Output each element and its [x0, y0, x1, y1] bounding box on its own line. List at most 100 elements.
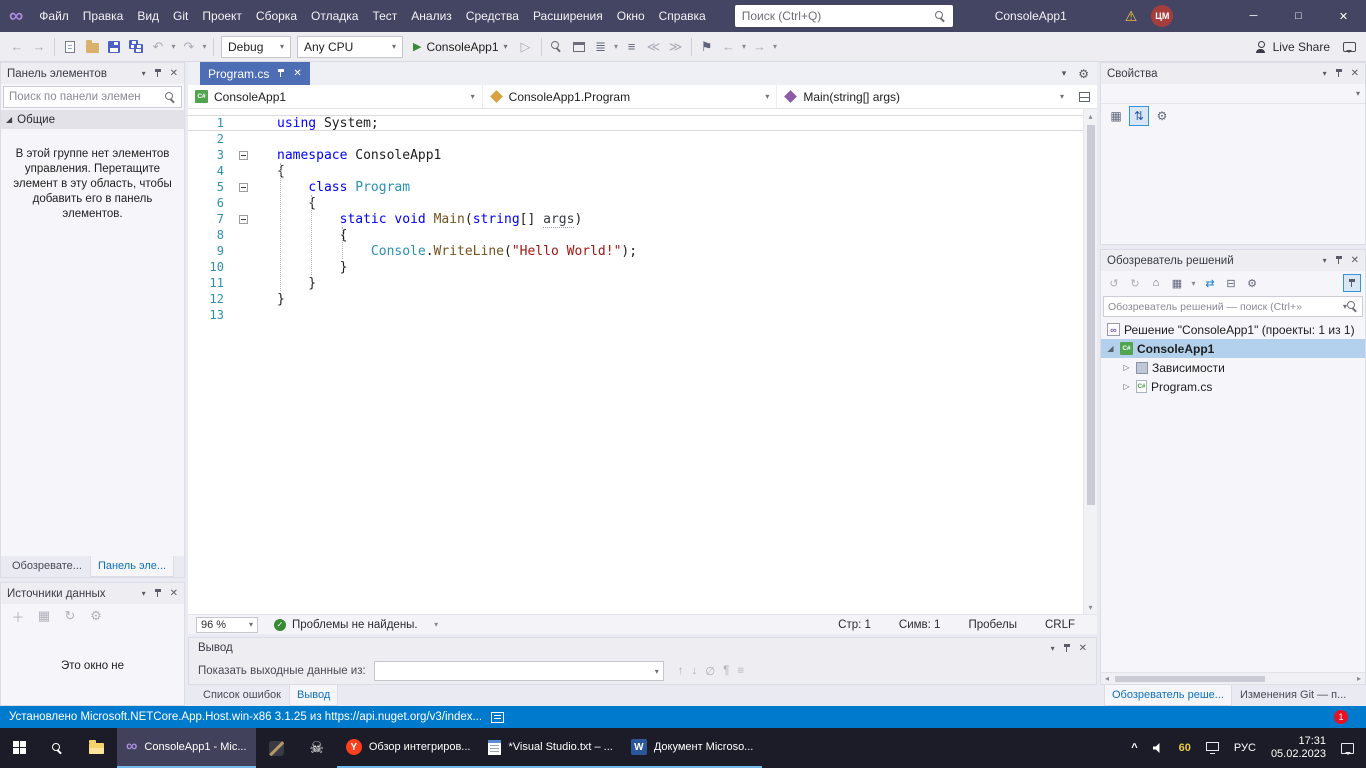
menu-debug[interactable]: Отладка — [304, 0, 365, 32]
menu-tools[interactable]: Средства — [459, 0, 526, 32]
window-position-icon[interactable]: ▾ — [142, 69, 146, 78]
window-position-icon[interactable]: ▾ — [1051, 644, 1055, 653]
data-sources-header[interactable]: Источники данных ▾ ✕ — [1, 583, 184, 604]
scroll-up-icon[interactable]: ▴ — [1088, 109, 1092, 123]
status-spaces[interactable]: Пробелы — [968, 619, 1017, 631]
expander-icon[interactable]: ▷ — [1121, 363, 1132, 372]
zoom-dropdown[interactable]: 96 % ▾ — [196, 617, 258, 633]
previous-message-icon[interactable]: ↑ — [678, 665, 684, 677]
output-source-dropdown[interactable]: ▾ — [374, 661, 664, 681]
code-line-12[interactable]: 12} — [188, 291, 1083, 307]
categorized-icon[interactable]: ▦ — [1106, 106, 1126, 126]
platform-dropdown[interactable]: Any CPU ▾ — [297, 36, 403, 58]
status-line[interactable]: Стр: 1 — [838, 619, 871, 631]
word-wrap-icon[interactable]: ¶ — [723, 665, 729, 677]
next-bookmark-icon[interactable]: → — [749, 36, 771, 58]
tab-program-cs[interactable]: Program.cs ✕ — [200, 62, 310, 85]
pin-icon[interactable] — [276, 68, 286, 79]
notification-warning-icon[interactable]: ⚠ — [1125, 8, 1138, 25]
save-all-icon[interactable] — [125, 36, 147, 58]
code-line-1[interactable]: 1using System; — [188, 115, 1083, 131]
close-button[interactable]: ✕ — [1321, 0, 1366, 32]
autoscroll-icon[interactable]: ≡ — [737, 665, 744, 677]
close-icon[interactable]: ✕ — [1079, 643, 1087, 654]
battery-percent-indicator[interactable]: 60 — [1179, 742, 1191, 754]
toolbox-search-input[interactable]: Поиск по панели элемен — [3, 86, 182, 108]
navigate-back-icon[interactable]: ← — [6, 36, 28, 58]
line-structure-icon[interactable]: ≡ — [621, 36, 643, 58]
toolbox-header[interactable]: Панель элементов ▾ ✕ — [1, 63, 184, 84]
maximize-button[interactable]: □ — [1276, 0, 1321, 32]
pin-icon[interactable] — [153, 68, 163, 79]
skull-app-button[interactable]: ☠ — [297, 728, 337, 768]
code-line-6[interactable]: 6 { — [188, 195, 1083, 211]
pin-icon[interactable] — [1334, 68, 1344, 79]
project-dropdown[interactable]: C# ConsoleApp1 ▾ — [188, 85, 483, 108]
collapse-all-icon[interactable]: ⊟ — [1222, 274, 1240, 292]
chevron-down-icon[interactable]: ▾ — [740, 42, 749, 51]
grid-icon[interactable]: ▦ — [33, 605, 55, 627]
indent-increase-icon[interactable]: ≫ — [665, 36, 687, 58]
close-icon[interactable]: ✕ — [170, 588, 178, 599]
tab-toolbox[interactable]: Панель эле... — [90, 556, 174, 577]
game-app-button[interactable] — [256, 728, 297, 768]
alphabetical-icon[interactable]: ⇅ — [1129, 106, 1149, 126]
chevron-down-icon[interactable]: ▾ — [1189, 279, 1198, 288]
menu-extensions[interactable]: Расширения — [526, 0, 610, 32]
language-indicator[interactable]: РУС — [1234, 742, 1256, 754]
code-line-11[interactable]: 11 } — [188, 275, 1083, 291]
code-line-4[interactable]: 4{ — [188, 163, 1083, 179]
taskbar-browser-window[interactable]: Y Обзор интегриров... — [337, 728, 480, 768]
start-without-debugging-icon[interactable]: ▷ — [515, 36, 537, 58]
output-log-icon[interactable] — [491, 712, 504, 723]
tab-solution-explorer[interactable]: Обозревате... — [5, 556, 89, 577]
code-line-7[interactable]: 7 static void Main(string[] args) — [188, 211, 1083, 227]
bookmark-icon[interactable]: ⚑ — [696, 36, 718, 58]
taskbar-visual-studio-window[interactable]: ∞ ConsoleApp1 - Mic... — [117, 728, 256, 768]
tree-item-dependencies[interactable]: ▷ Зависимости — [1101, 358, 1365, 377]
window-position-icon[interactable]: ▾ — [142, 589, 146, 598]
taskbar-search-button[interactable] — [39, 728, 76, 768]
refresh-icon[interactable]: ⇄ — [1201, 274, 1219, 292]
property-pages-icon[interactable]: ⚙ — [1152, 106, 1172, 126]
navigate-forward-icon[interactable]: ↻ — [1126, 274, 1144, 292]
notification-badge[interactable]: 1 — [1334, 710, 1348, 724]
switch-views-icon[interactable]: ▦ — [1168, 274, 1186, 292]
pin-icon[interactable] — [1334, 255, 1344, 266]
status-line-ending[interactable]: CRLF — [1045, 619, 1075, 631]
gear-icon[interactable]: ⚙ — [1078, 67, 1089, 81]
find-in-files-icon[interactable] — [546, 36, 568, 58]
tab-solution-explorer[interactable]: Обозреватель реше... — [1104, 685, 1232, 706]
undo-dropdown-icon[interactable]: ▾ — [169, 42, 178, 51]
save-icon[interactable] — [103, 36, 125, 58]
taskbar-word-window[interactable]: W Документ Microso... — [622, 728, 763, 768]
properties-icon[interactable]: ⚙ — [1243, 274, 1261, 292]
undo-icon[interactable]: ↶ — [147, 36, 169, 58]
add-data-source-icon[interactable]: ＋ — [7, 605, 29, 627]
refresh-icon[interactable]: ↻ — [59, 605, 81, 627]
volume-icon[interactable] — [1153, 743, 1164, 753]
fold-collapse-icon[interactable] — [234, 183, 252, 192]
status-column[interactable]: Симв: 1 — [899, 619, 941, 631]
fold-collapse-icon[interactable] — [234, 151, 252, 160]
properties-header[interactable]: Свойства ▾ ✕ — [1101, 63, 1365, 84]
chevron-down-icon[interactable]: ▾ — [612, 42, 621, 51]
tree-item-solution[interactable]: ∞ Решение "ConsoleApp1" (проекты: 1 из 1… — [1101, 320, 1365, 339]
menu-test[interactable]: Тест — [365, 0, 404, 32]
file-explorer-button[interactable] — [76, 728, 117, 768]
scrollbar-thumb[interactable] — [1087, 125, 1095, 505]
next-message-icon[interactable]: ↓ — [691, 665, 697, 677]
tab-error-list[interactable]: Список ошибок — [196, 685, 288, 706]
network-icon[interactable] — [1206, 742, 1219, 751]
live-share-button[interactable]: Live Share — [1247, 40, 1338, 54]
new-file-icon[interactable] — [59, 36, 81, 58]
scrollbar-thumb[interactable] — [1115, 676, 1265, 682]
close-icon[interactable]: ✕ — [170, 68, 178, 79]
clear-all-icon[interactable]: ∅ — [705, 664, 715, 678]
chevron-down-icon[interactable]: ▾ — [771, 42, 780, 51]
open-file-icon[interactable] — [81, 36, 103, 58]
expander-icon[interactable]: ◢ — [1105, 344, 1116, 353]
tab-output[interactable]: Вывод — [289, 685, 338, 706]
fold-collapse-icon[interactable] — [234, 215, 252, 224]
vertical-scrollbar[interactable]: ▴ ▾ — [1083, 109, 1097, 614]
